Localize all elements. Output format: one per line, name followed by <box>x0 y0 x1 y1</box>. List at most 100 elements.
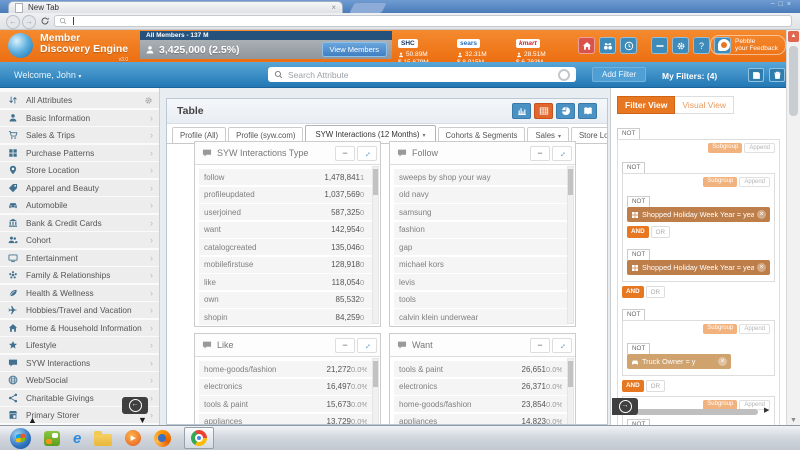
panel-scrollbar[interactable] <box>372 358 379 425</box>
browser-tab[interactable]: New Tab × <box>8 1 343 13</box>
help-button[interactable]: ? <box>693 37 710 54</box>
append-button[interactable]: Append <box>739 324 770 334</box>
sidebar-item-automobile[interactable]: Automobile› <box>0 197 159 213</box>
expand-panel-button[interactable]: ↔ <box>357 146 377 161</box>
filter-panel-collapse-button[interactable]: → <box>612 398 638 415</box>
append-button[interactable]: Append <box>739 177 770 187</box>
report-view-button[interactable] <box>578 103 597 119</box>
remove-filter-icon[interactable]: × <box>718 357 727 366</box>
table-row[interactable]: tools & paint26,6510.0% <box>394 361 567 377</box>
sidebar-item-bank-credit-cards[interactable]: Bank & Credit Cards› <box>0 215 159 231</box>
table-row[interactable]: tools <box>394 292 567 308</box>
table-row[interactable]: profileupdated1,037,5690 <box>199 187 372 203</box>
and-button[interactable]: AND <box>627 226 649 238</box>
not-toggle[interactable]: NOT <box>617 128 640 139</box>
gear-icon[interactable] <box>144 96 153 105</box>
tab-visual-view[interactable]: Visual View <box>675 96 734 114</box>
sidebar-item-hobbies-travel[interactable]: Hobbies/Travel and Vacation› <box>0 302 159 318</box>
table-row[interactable]: calvin klein underwear <box>394 309 567 325</box>
settings-button[interactable] <box>672 37 689 54</box>
view-members-button[interactable]: View Members <box>322 42 387 57</box>
taskbar-messenger-icon[interactable] <box>44 431 60 446</box>
new-tab-button[interactable] <box>349 3 386 13</box>
remove-filter-icon[interactable]: × <box>757 210 766 219</box>
history-button[interactable] <box>620 37 637 54</box>
my-filters-link[interactable]: My Filters: (4) <box>662 71 717 81</box>
not-toggle[interactable]: NOT <box>622 162 645 173</box>
table-row[interactable]: userjoined587,3250 <box>199 204 372 220</box>
collapse-panel-button[interactable]: − <box>335 146 355 161</box>
add-filter-button[interactable]: Add Filter <box>592 67 646 82</box>
tab-store-location[interactable]: Store Location <box>571 127 608 143</box>
scroll-up-arrow[interactable]: ▲ <box>28 415 37 425</box>
table-row[interactable]: home-goods/fashion21,2720.0% <box>199 361 372 377</box>
table-row[interactable]: like118,0540 <box>199 274 372 290</box>
start-button[interactable] <box>10 428 31 449</box>
table-row[interactable]: shopin84,2590 <box>199 309 372 325</box>
not-toggle[interactable]: NOT <box>627 249 650 260</box>
sidebar-item-purchase-patterns[interactable]: Purchase Patterns› <box>0 145 159 161</box>
user-menu[interactable]: Welcome, John ▾ <box>14 70 81 80</box>
search-attribute-input[interactable]: Search Attribute <box>268 67 576 82</box>
table-row[interactable]: follow1,478,8411 <box>199 169 372 185</box>
table-row[interactable]: fashion <box>394 222 567 238</box>
expand-panel-button[interactable]: ↔ <box>552 146 572 161</box>
sidebar-item-all-attributes[interactable]: All Attributes <box>0 92 159 108</box>
not-toggle[interactable]: NOT <box>627 196 650 207</box>
link-button[interactable] <box>651 37 668 54</box>
panel-scrollbar[interactable] <box>567 166 574 324</box>
taskbar-explorer-icon[interactable] <box>94 434 112 446</box>
taskbar-chrome-button[interactable] <box>184 427 214 449</box>
and-button[interactable]: AND <box>622 286 644 298</box>
and-button[interactable]: AND <box>622 380 644 392</box>
collapse-panel-button[interactable]: − <box>530 146 550 161</box>
sidebar-item-syw-interactions[interactable]: SYW Interactions› <box>0 355 159 371</box>
chart-view-button[interactable] <box>512 103 531 119</box>
horizontal-scrollbar[interactable] <box>622 409 758 415</box>
table-row[interactable]: appliances14,8230.0% <box>394 414 567 426</box>
page-scrollbar[interactable]: ▲ ▼ <box>786 30 800 425</box>
scrollbar-thumb[interactable] <box>373 169 378 195</box>
table-row[interactable]: home-goods/fashion23,8540.0% <box>394 396 567 412</box>
taskbar-internet-explorer-icon[interactable]: e <box>73 431 81 446</box>
clear-search-icon[interactable] <box>558 69 570 81</box>
table-row[interactable]: tools & paint15,6730.0% <box>199 396 372 412</box>
filter-chip-holiday-2014[interactable]: Shopped Holiday Week Year = year:2014 × <box>627 207 770 222</box>
filter-chip-truck-owner[interactable]: Truck Owner = y × <box>627 354 731 369</box>
subgroup-button[interactable]: Subgroup <box>703 177 737 187</box>
sidebar-item-store-location[interactable]: Store Location› <box>0 162 159 178</box>
table-row[interactable]: want142,9540 <box>199 222 372 238</box>
scroll-down-arrow[interactable]: ▼ <box>138 415 147 425</box>
subgroup-button[interactable]: Subgroup <box>703 324 737 334</box>
table-row[interactable]: own85,5320 <box>199 292 372 308</box>
sidebar-item-cohort[interactable]: Cohort› <box>0 232 159 248</box>
table-row[interactable]: electronics16,4970.0% <box>199 379 372 395</box>
address-bar[interactable] <box>54 15 792 27</box>
sidebar-item-health-wellness[interactable]: Health & Wellness› <box>0 285 159 301</box>
scrollbar-thumb[interactable] <box>373 361 378 387</box>
sidebar-item-lifestyle[interactable]: Lifestyle› <box>0 337 159 353</box>
or-button[interactable]: OR <box>646 286 665 298</box>
binoculars-button[interactable] <box>599 37 616 54</box>
append-button[interactable]: Append <box>744 143 775 153</box>
sidebar-item-basic-information[interactable]: Basic Information› <box>0 110 159 126</box>
not-toggle[interactable]: NOT <box>622 309 645 320</box>
feedback-widget[interactable]: Pebble your Feedback <box>710 35 786 55</box>
table-row[interactable]: gap <box>394 239 567 255</box>
scroll-up-button[interactable]: ▲ <box>788 31 799 42</box>
table-row[interactable]: appliances13,7290.0% <box>199 414 372 426</box>
or-button[interactable]: OR <box>651 226 670 238</box>
remove-filter-icon[interactable]: × <box>757 263 766 272</box>
scroll-down-button[interactable]: ▼ <box>790 417 797 424</box>
table-row[interactable]: samsung <box>394 204 567 220</box>
table-row[interactable]: mobilefirstuse128,9180 <box>199 257 372 273</box>
not-toggle[interactable]: NOT <box>627 343 650 354</box>
expand-panel-button[interactable]: ↔ <box>552 338 572 353</box>
table-row[interactable]: levis <box>394 274 567 290</box>
subgroup-button[interactable]: Subgroup <box>708 143 742 153</box>
scrollbar-thumb[interactable] <box>568 361 573 387</box>
not-toggle[interactable]: NOT <box>627 419 650 426</box>
tab-filter-view[interactable]: Filter View <box>617 96 675 114</box>
panel-scrollbar[interactable] <box>567 358 574 425</box>
table-row[interactable]: electronics26,3710.0% <box>394 379 567 395</box>
